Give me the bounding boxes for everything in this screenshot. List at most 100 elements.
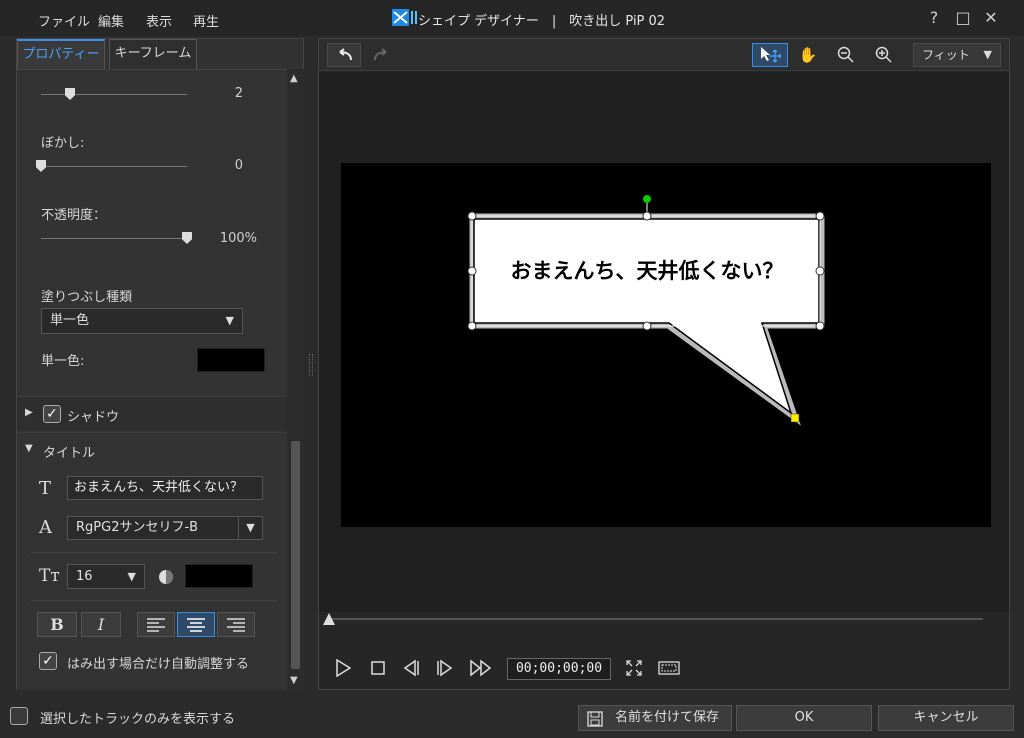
show-selected-only-checkbox[interactable] bbox=[10, 707, 28, 725]
save-as-label: 名前を付けて保存 bbox=[614, 710, 719, 725]
align-center-icon bbox=[187, 618, 205, 632]
help-button[interactable]: ? bbox=[924, 8, 944, 28]
properties-scrollbar[interactable]: ▲ ▼ bbox=[287, 69, 304, 690]
safe-area-button[interactable] bbox=[658, 659, 680, 681]
align-center-button[interactable] bbox=[177, 612, 215, 637]
properties-panel: プロパティー キーフレーム 2 ぼかし: 0 不透明度： 100% 塗りつぶし種… bbox=[16, 38, 304, 690]
font-value: RgPG2サンセリフ-B bbox=[76, 520, 199, 535]
scroll-down-icon[interactable]: ▼ bbox=[290, 675, 298, 686]
stop-button[interactable] bbox=[370, 659, 386, 681]
align-left-icon bbox=[147, 618, 165, 632]
text-icon: T bbox=[39, 478, 52, 499]
scroll-up-icon[interactable]: ▲ bbox=[290, 73, 298, 84]
expand-arrow-icon: ▶ bbox=[25, 407, 33, 418]
play-button[interactable] bbox=[335, 658, 352, 681]
menu-play[interactable]: 再生 bbox=[193, 11, 219, 30]
blur-value: 0 bbox=[234, 158, 243, 173]
tail-handle[interactable] bbox=[790, 413, 800, 423]
blur-slider-thumb[interactable] bbox=[36, 160, 46, 172]
opacity-slider-track[interactable] bbox=[41, 238, 187, 239]
font-dropdown[interactable]: RgPG2サンセリフ-B ▼ bbox=[67, 516, 263, 540]
properties-content: 2 ぼかし: 0 不透明度： 100% 塗りつぶし種類 単一色 ▼ 単一色: ▶… bbox=[17, 69, 287, 690]
title-text-input[interactable]: おまえんち、天井低くない？ bbox=[67, 476, 263, 500]
align-right-icon bbox=[227, 618, 245, 632]
show-selected-only-label: 選択したトラックのみを表示する bbox=[40, 712, 236, 727]
hand-tool-button[interactable]: ✋ bbox=[791, 43, 825, 67]
opacity-slider-thumb[interactable] bbox=[182, 232, 192, 244]
fill-type-label: 塗りつぶし種類 bbox=[41, 290, 133, 305]
bubble-text: おまえんち、天井低くない？ bbox=[510, 259, 784, 283]
zoom-in-button[interactable] bbox=[867, 43, 901, 67]
fast-forward-icon bbox=[470, 659, 492, 677]
blur-slider-track[interactable] bbox=[41, 166, 187, 167]
divider bbox=[31, 600, 277, 601]
close-button[interactable]: ✕ bbox=[981, 8, 1001, 28]
font-size-value: 16 bbox=[76, 569, 93, 584]
width-slider-track[interactable] bbox=[41, 94, 187, 95]
select-move-button[interactable] bbox=[752, 43, 788, 67]
safe-area-icon bbox=[658, 661, 680, 675]
fill-type-value: 単一色 bbox=[50, 313, 90, 328]
font-size-icon: Tт bbox=[39, 566, 60, 586]
shadow-section-header[interactable]: ▶ ✓ シャドウ bbox=[17, 396, 287, 430]
prev-frame-button[interactable] bbox=[401, 659, 421, 681]
title-section-header[interactable]: ▼ タイトル bbox=[17, 432, 287, 466]
video-frame[interactable]: おまえんち、天井低くない？ bbox=[341, 163, 991, 527]
ok-button[interactable]: OK bbox=[736, 705, 872, 731]
speech-bubble-shape[interactable] bbox=[341, 163, 991, 527]
width-value: 2 bbox=[234, 86, 243, 101]
undo-button[interactable] bbox=[327, 43, 361, 67]
solid-color-swatch[interactable] bbox=[197, 348, 265, 372]
font-size-dropdown[interactable]: 16 ▼ bbox=[67, 564, 145, 589]
play-icon bbox=[336, 658, 352, 678]
next-frame-button[interactable] bbox=[435, 659, 455, 681]
align-left-button[interactable] bbox=[137, 612, 175, 637]
text-color-swatch[interactable] bbox=[185, 564, 253, 588]
font-icon: A bbox=[39, 517, 52, 538]
stop-icon bbox=[371, 661, 385, 675]
save-as-button[interactable]: 名前を付けて保存 bbox=[578, 705, 732, 731]
scroll-thumb[interactable] bbox=[291, 441, 300, 669]
title-bar: ファイル 編集 表示 再生 シェイプ デザイナー | 吹き出し PiP 02 ?… bbox=[0, 0, 1024, 36]
color-picker-icon[interactable] bbox=[157, 568, 175, 586]
title-section-label: タイトル bbox=[43, 446, 96, 461]
chevron-down-icon: ▼ bbox=[225, 314, 234, 327]
tab-properties[interactable]: プロパティー bbox=[17, 39, 105, 69]
fullscreen-icon bbox=[626, 660, 642, 676]
zoom-select[interactable]: フィット ▼ bbox=[913, 43, 1001, 67]
preview-toolbar: ✋ フィット ▼ bbox=[319, 39, 1009, 71]
redo-button[interactable] bbox=[365, 43, 399, 67]
autofit-label: はみ出す場合だけ自動調整する bbox=[67, 657, 250, 672]
chevron-down-icon: ▼ bbox=[127, 570, 136, 583]
fill-type-dropdown[interactable]: 単一色 ▼ bbox=[41, 308, 243, 334]
next-frame-icon bbox=[437, 659, 453, 677]
undo-icon bbox=[339, 48, 352, 61]
align-right-button[interactable] bbox=[217, 612, 255, 637]
opacity-value: 100% bbox=[219, 231, 257, 246]
fullscreen-button[interactable] bbox=[625, 659, 643, 681]
app-logo-icon bbox=[392, 9, 417, 26]
bold-button[interactable]: B bbox=[37, 612, 77, 637]
cancel-button[interactable]: キャンセル bbox=[878, 705, 1014, 731]
italic-button[interactable]: I bbox=[81, 612, 121, 637]
chevron-down-icon: ▼ bbox=[238, 517, 262, 539]
redo-icon bbox=[374, 48, 387, 61]
timecode-display[interactable]: 00;00;00;00 bbox=[507, 658, 611, 680]
timeline-track[interactable] bbox=[329, 618, 983, 620]
menu-file[interactable]: ファイル bbox=[38, 11, 90, 30]
panel-splitter[interactable] bbox=[309, 354, 313, 376]
prev-frame-icon bbox=[403, 659, 419, 677]
menu-edit[interactable]: 編集 bbox=[98, 11, 124, 30]
fast-forward-button[interactable] bbox=[469, 659, 493, 681]
shadow-checkbox[interactable]: ✓ bbox=[43, 405, 61, 423]
tab-keyframe[interactable]: キーフレーム bbox=[109, 39, 197, 69]
width-slider-thumb[interactable] bbox=[65, 88, 75, 100]
maximize-button[interactable]: □ bbox=[953, 8, 973, 28]
rotate-handle[interactable] bbox=[643, 195, 651, 203]
blur-label: ぼかし: bbox=[41, 136, 85, 151]
menu-view[interactable]: 表示 bbox=[146, 11, 172, 30]
zoom-out-button[interactable] bbox=[829, 43, 863, 67]
zoom-out-icon bbox=[837, 46, 854, 63]
autofit-checkbox[interactable]: ✓ bbox=[39, 652, 57, 670]
select-move-icon bbox=[761, 47, 782, 63]
